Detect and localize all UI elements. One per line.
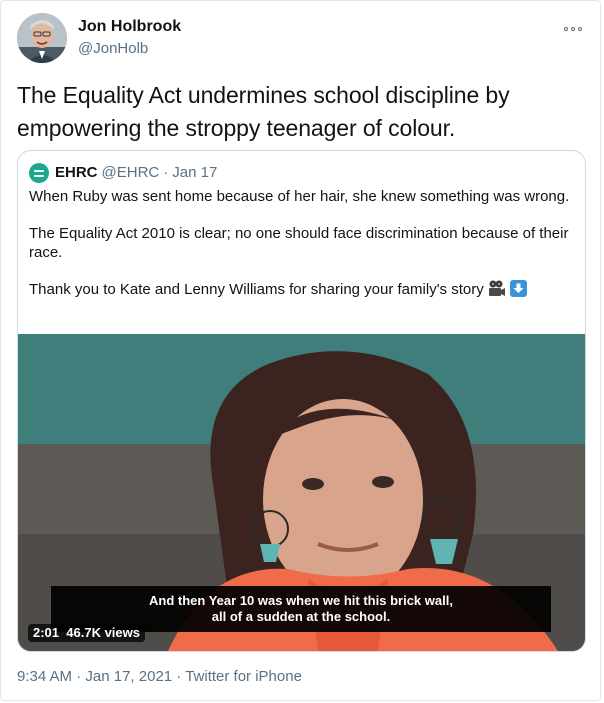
quoted-author-name: EHRC xyxy=(55,164,98,181)
tweet-date[interactable]: Jan 17, 2021 xyxy=(85,668,172,685)
more-options-icon[interactable] xyxy=(564,25,582,33)
quoted-paragraph-2: The Equality Act 2010 is clear; no one s… xyxy=(29,225,569,261)
subtitle-line-2: all of a sudden at the school. xyxy=(211,609,391,624)
video-player[interactable]: And then Year 10 was when we hit this br… xyxy=(18,334,585,651)
author-avatar[interactable] xyxy=(17,13,67,63)
meta-separator-2: · xyxy=(172,668,186,685)
quoted-paragraph-3: Thank you to Kate and Lenny Williams for… xyxy=(29,280,574,302)
movie-camera-icon xyxy=(488,280,506,302)
author-handle[interactable]: @JonHolb xyxy=(78,39,181,59)
meta-separator-1: · xyxy=(72,668,86,685)
video-views: 46.7K views xyxy=(66,625,140,640)
tweet-time[interactable]: 9:34 AM xyxy=(17,668,72,685)
quoted-tweet[interactable]: EHRC @EHRC · Jan 17 When Ruby was sent h… xyxy=(17,150,586,652)
down-arrow-icon xyxy=(510,280,528,302)
author-name[interactable]: Jon Holbrook xyxy=(78,17,181,37)
author-info[interactable]: Jon Holbrook @JonHolb xyxy=(78,17,181,59)
quoted-author-handle: @EHRC xyxy=(101,164,160,181)
tweet-source[interactable]: Twitter for iPhone xyxy=(185,668,302,685)
tweet-metadata: 9:34 AM · Jan 17, 2021 · Twitter for iPh… xyxy=(17,667,302,687)
profile-photo xyxy=(17,13,67,63)
tweet-text: The Equality Act undermines school disci… xyxy=(17,82,510,141)
video-duration: 2:01 46.7K views xyxy=(28,624,145,642)
quoted-paragraph-1: When Ruby was sent home because of her h… xyxy=(29,188,570,205)
quoted-tweet-date: Jan 17 xyxy=(172,164,218,181)
quoted-tweet-body: When Ruby was sent home because of her h… xyxy=(29,187,574,320)
quoted-tweet-header: EHRC @EHRC · Jan 17 xyxy=(29,163,217,183)
quoted-separator: · xyxy=(163,164,169,181)
ehrc-logo-icon xyxy=(29,163,49,183)
subtitle-line-1: And then Year 10 was when we hit this br… xyxy=(149,593,453,608)
tweet-card: Jon Holbrook @JonHolb The Equality Act u… xyxy=(0,0,601,701)
video-badges: 2:01 46.7K views xyxy=(28,624,145,642)
